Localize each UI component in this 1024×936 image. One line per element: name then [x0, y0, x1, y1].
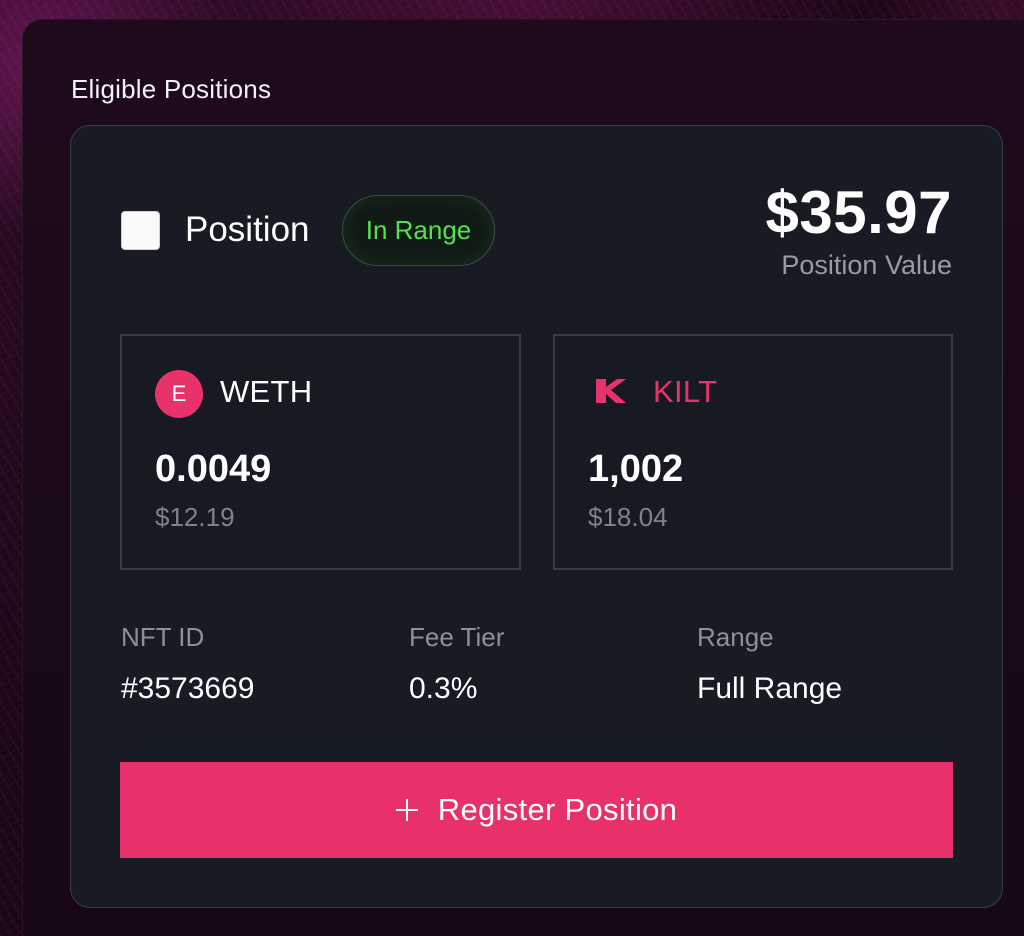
register-position-button[interactable]: Register Position — [120, 762, 953, 858]
token-symbol: KILT — [653, 374, 718, 409]
nft-id-label: NFT ID — [121, 622, 205, 652]
token-symbol: WETH — [220, 374, 313, 409]
position-select-checkbox[interactable] — [121, 211, 160, 250]
fee-tier-value: 0.3% — [409, 672, 478, 705]
position-label: Position — [185, 210, 310, 249]
token-amount: 1,002 — [588, 448, 684, 490]
register-position-label: Register Position — [437, 792, 678, 827]
nft-id-value: #3573669 — [121, 672, 255, 705]
token-usd-value: $18.04 — [588, 502, 668, 532]
in-range-badge: In Range — [342, 195, 495, 266]
token-box-kilt: KILT 1,002 $18.04 — [553, 334, 953, 570]
kilt-token-icon — [596, 379, 626, 403]
token-amount: 0.0049 — [155, 448, 272, 490]
weth-token-icon: E — [155, 370, 203, 418]
range-label: Range — [697, 622, 774, 652]
plus-icon — [395, 799, 418, 821]
fee-tier-label: Fee Tier — [409, 622, 505, 652]
range-value: Full Range — [697, 672, 843, 705]
token-box-weth: E WETH 0.0049 $12.19 — [120, 334, 521, 570]
position-value-amount: $35.97 — [765, 179, 952, 246]
position-value-label: Position Value — [781, 250, 952, 280]
section-title: Eligible Positions — [71, 74, 272, 104]
token-usd-value: $12.19 — [155, 502, 235, 532]
